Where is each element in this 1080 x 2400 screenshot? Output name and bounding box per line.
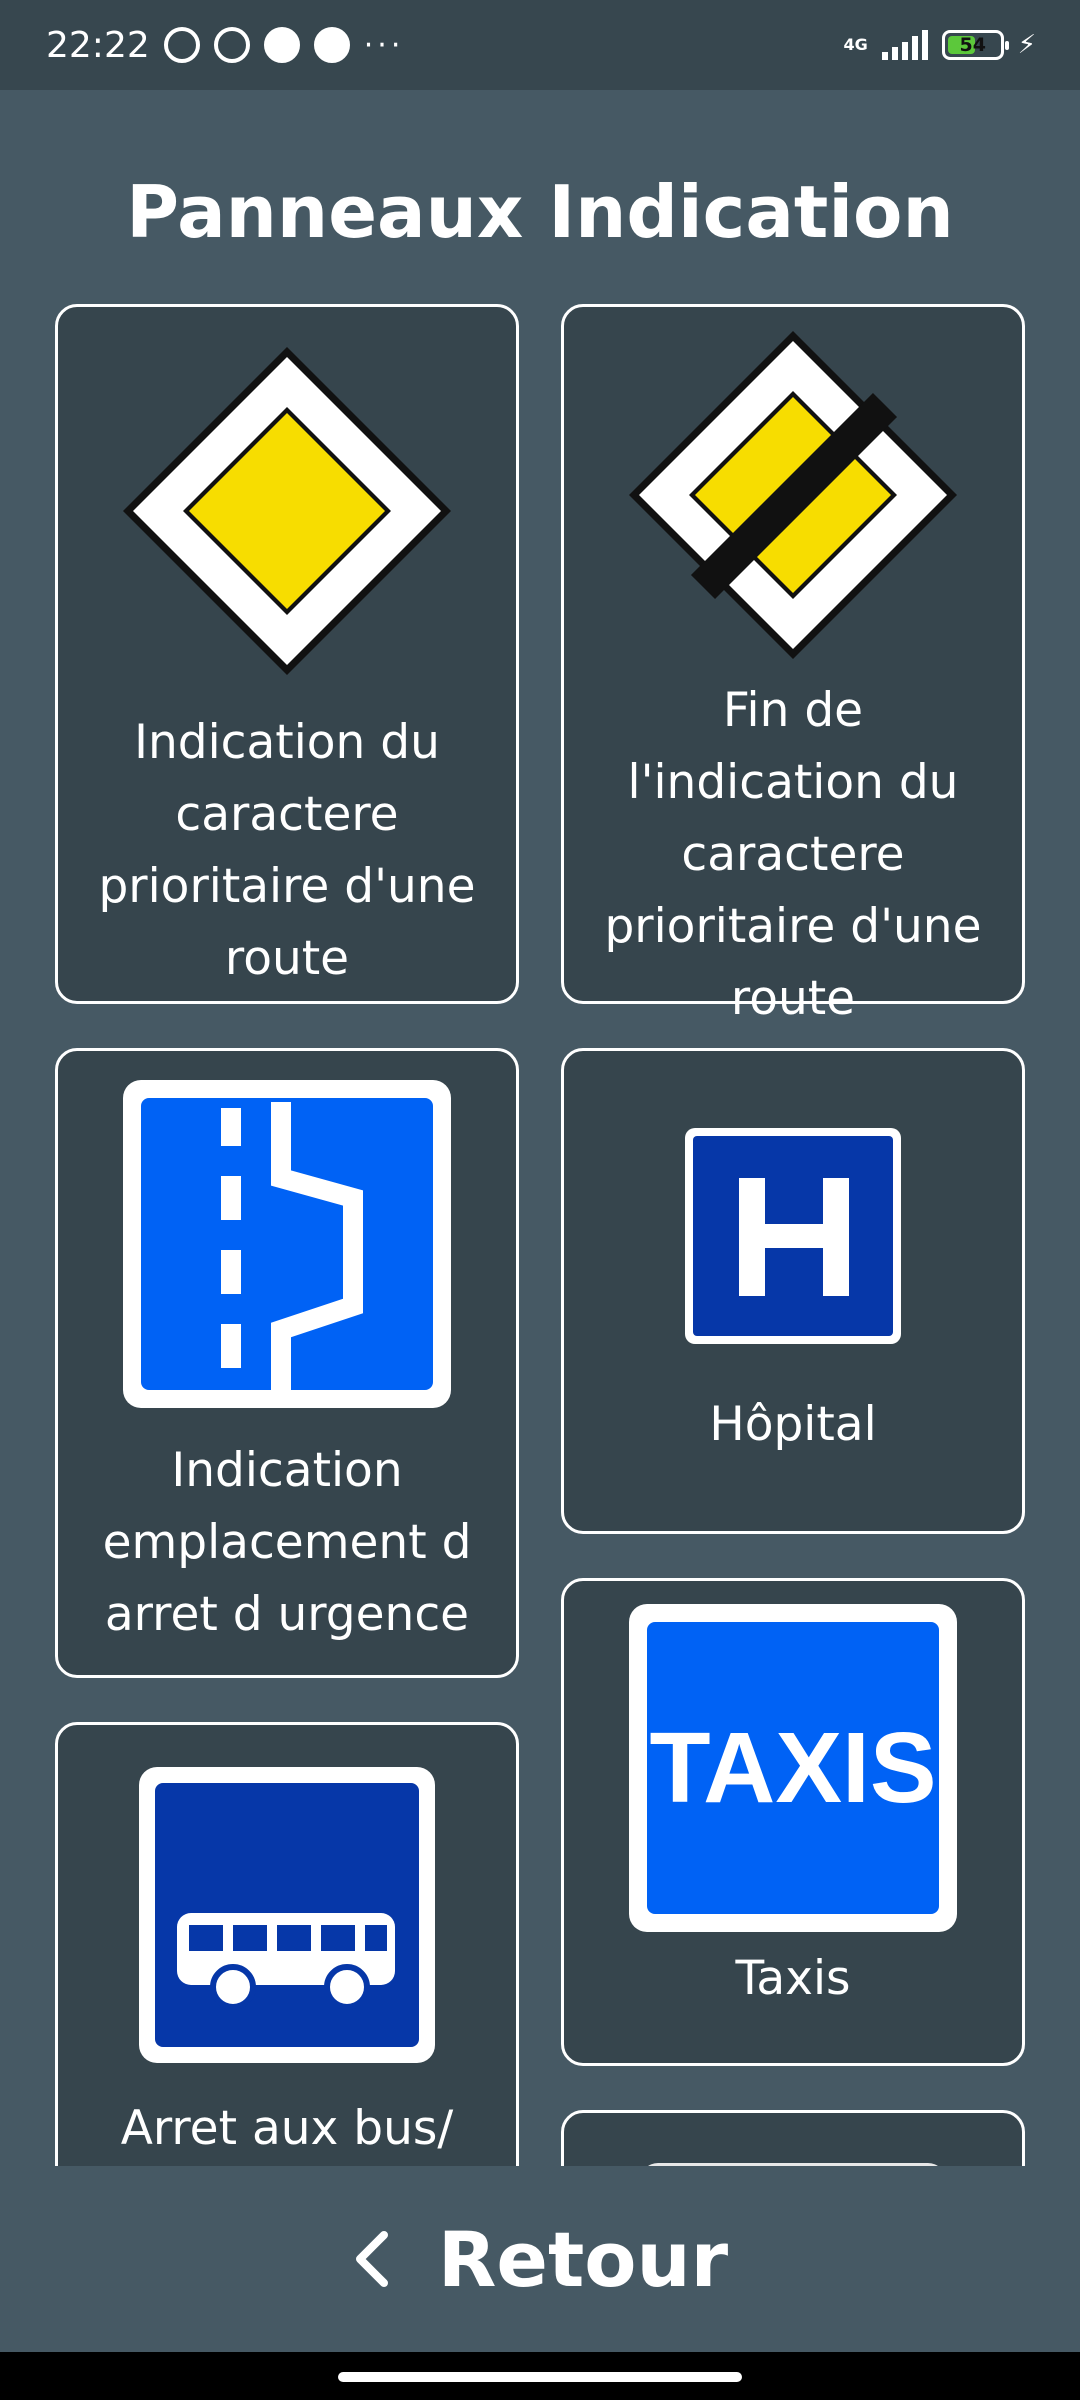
signs-grid[interactable]: Indication du caractere prioritaire d'un… [0,300,1080,2166]
sign-card-taxis[interactable]: TAXIS Taxis [561,1578,1025,2066]
page-title: Panneaux Indication [126,170,954,254]
emergency-stop-area-sign-icon [121,1051,453,1417]
bus-stop-sign-icon [137,1725,437,2065]
signal-icon [881,30,928,60]
app-icon [313,27,350,63]
battery-icon: 54 [941,30,1009,60]
sign-card-label: Arret aux bus/ [120,2101,454,2156]
more-icon: ··· [363,27,405,63]
sign-card-emergency-stop[interactable]: Indication emplacement d arret d urgence [55,1048,519,1678]
hospital-sign-icon [683,1051,903,1361]
sign-card-priority-road[interactable]: Indication du caractere prioritaire d'un… [55,304,519,1004]
back-button[interactable]: Retour [0,2166,1080,2352]
alarm-icon [163,27,200,63]
partial-sign-icon [638,2113,948,2166]
message-icon [263,27,300,63]
sign-card-label: Hôpital [709,1397,877,1452]
taxi-sign-icon: TAXIS [627,1581,959,1932]
signs-column-right: Fin de l'indication du caractere priorit… [561,304,1025,2166]
status-left: 22:22 ··· [46,25,404,66]
home-indicator[interactable] [338,2372,742,2382]
sign-card-label: Indication du caractere prioritaire d'un… [98,715,476,986]
whatsapp-icon [213,27,250,63]
battery-level: 54 [959,34,986,56]
chevron-left-icon [355,2231,388,2287]
sign-card-hospital[interactable]: Hôpital [561,1048,1025,1534]
taxi-sign-text: TAXIS [649,1712,936,1824]
sign-card-partial[interactable] [561,2110,1025,2166]
signs-column-left: Indication du caractere prioritaire d'un… [55,304,519,2166]
sign-card-label: Taxis [735,1951,851,2006]
network-type: 4G [843,35,868,54]
sign-card-label: Indication emplacement d arret d urgence [102,1443,472,1642]
priority-road-sign-icon [117,307,457,697]
sign-card-end-priority-road[interactable]: Fin de l'indication du caractere priorit… [561,304,1025,1026]
status-time: 22:22 [46,24,150,66]
sign-card-label: Fin de l'indication du caractere priorit… [604,683,982,1026]
sign-card-bus-stop[interactable]: Arret aux bus/ [55,1722,519,2166]
back-button-label: Retour [437,2214,729,2304]
charging-icon: ⚡ [1017,30,1036,60]
end-priority-road-sign-icon [623,307,963,665]
status-right: 4G 54 ⚡ [843,30,1036,60]
status-bar: 22:22 ··· 4G 54 ⚡ [0,0,1080,90]
